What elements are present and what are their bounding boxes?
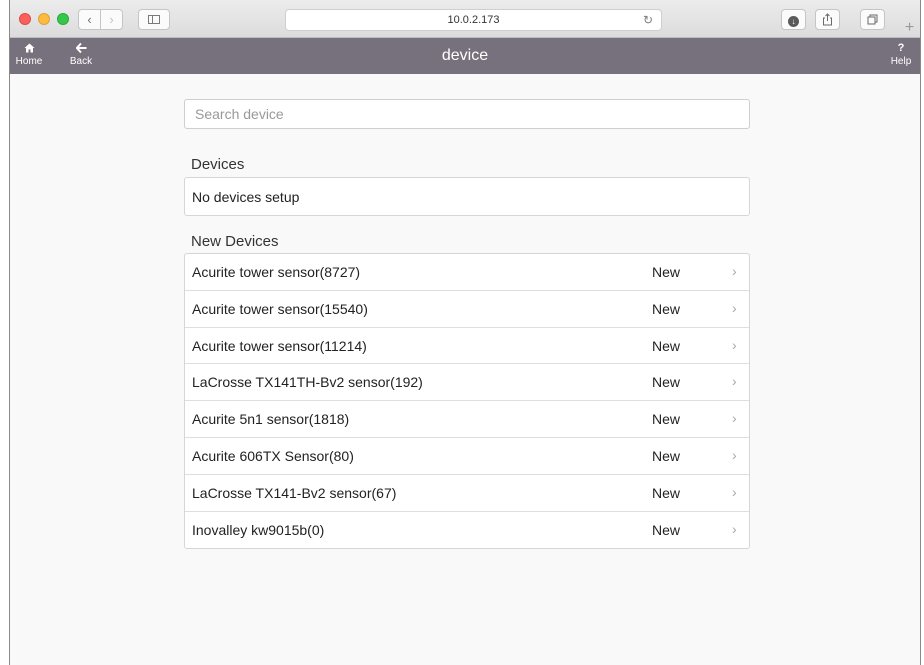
- browser-back-button[interactable]: ‹: [78, 9, 101, 30]
- chevron-right-icon: ›: [732, 520, 737, 537]
- empty-devices-text: No devices setup: [192, 189, 300, 205]
- device-row[interactable]: Inovalley kw9015b(0) New ›: [185, 512, 749, 549]
- url-text: 10.0.2.173: [447, 14, 500, 26]
- device-row[interactable]: Acurite tower sensor(8727) New ›: [185, 254, 749, 291]
- device-status: New: [652, 337, 681, 354]
- zoom-window-button[interactable]: [57, 13, 69, 25]
- chevron-right-icon: ›: [109, 12, 114, 27]
- device-name: Acurite 606TX Sensor(80): [192, 447, 354, 464]
- device-row[interactable]: LaCrosse TX141TH-Bv2 sensor(192) New ›: [185, 364, 749, 402]
- chevron-right-icon: ›: [732, 483, 737, 500]
- minimize-window-button[interactable]: [38, 13, 50, 25]
- device-row[interactable]: Acurite 606TX Sensor(80) New ›: [185, 438, 749, 475]
- chevron-right-icon: ›: [732, 446, 737, 463]
- new-devices-section-title: New Devices: [191, 233, 279, 250]
- help-label: Help: [890, 56, 912, 67]
- plus-icon: +: [904, 19, 915, 36]
- device-row[interactable]: Acurite tower sensor(15540) New ›: [185, 291, 749, 328]
- device-status: New: [652, 521, 681, 538]
- device-name: LaCrosse TX141-Bv2 sensor(67): [192, 484, 397, 501]
- question-mark-icon: ?: [897, 42, 905, 54]
- show-tabs-button[interactable]: [860, 9, 885, 30]
- close-window-button[interactable]: [19, 13, 31, 25]
- share-icon: [823, 13, 832, 26]
- app-header: Home Back device ? Help: [10, 38, 920, 74]
- device-name: Acurite tower sensor(8727): [192, 264, 361, 280]
- device-status: New: [652, 484, 681, 501]
- share-button[interactable]: [815, 9, 840, 30]
- device-name: Acurite tower sensor(11214): [192, 337, 367, 354]
- help-button[interactable]: ? Help: [884, 42, 918, 68]
- new-tab-button[interactable]: +: [897, 18, 922, 38]
- device-status: New: [652, 411, 681, 428]
- tabs-icon: [867, 14, 878, 25]
- chevron-right-icon: ›: [732, 299, 737, 316]
- devices-list: No devices setup: [184, 177, 750, 216]
- sidebar-toggle-button[interactable]: [138, 9, 170, 30]
- browser-forward-button[interactable]: ›: [100, 9, 123, 30]
- new-devices-list: Acurite tower sensor(8727) New › Acurite…: [184, 253, 750, 550]
- device-status: New: [652, 300, 681, 317]
- main-content: Devices No devices setup New Devices Acu…: [10, 74, 920, 665]
- downloads-button[interactable]: ↓: [781, 9, 806, 30]
- chevron-right-icon: ›: [732, 410, 737, 427]
- device-status: New: [652, 374, 681, 391]
- device-status: New: [652, 264, 681, 280]
- devices-section-title: Devices: [191, 156, 245, 173]
- page-title: device: [441, 47, 489, 64]
- device-name: Inovalley kw9015b(0): [192, 521, 325, 538]
- download-icon: ↓: [788, 16, 799, 27]
- chevron-right-icon: ›: [732, 336, 737, 353]
- browser-toolbar: ‹ › 10.0.2.173 ↻ ↓ +: [10, 0, 920, 38]
- device-name: LaCrosse TX141TH-Bv2 sensor(192): [192, 374, 423, 391]
- browser-window: ‹ › 10.0.2.173 ↻ ↓ + Home Back device ? …: [9, 0, 921, 665]
- chevron-left-icon: ‹: [87, 12, 92, 27]
- device-row[interactable]: Acurite 5n1 sensor(1818) New ›: [185, 401, 749, 438]
- device-status: New: [652, 447, 681, 464]
- device-row[interactable]: Acurite tower sensor(11214) New ›: [185, 328, 749, 365]
- device-name: Acurite tower sensor(15540): [192, 300, 368, 317]
- chevron-right-icon: ›: [732, 263, 737, 279]
- sidebar-icon: [148, 15, 160, 24]
- reload-icon[interactable]: ↻: [643, 10, 653, 30]
- device-name: Acurite 5n1 sensor(1818): [192, 411, 350, 428]
- device-row[interactable]: LaCrosse TX141-Bv2 sensor(67) New ›: [185, 475, 749, 512]
- chevron-right-icon: ›: [732, 373, 737, 390]
- search-input[interactable]: [184, 99, 750, 129]
- address-bar[interactable]: 10.0.2.173 ↻: [285, 9, 662, 31]
